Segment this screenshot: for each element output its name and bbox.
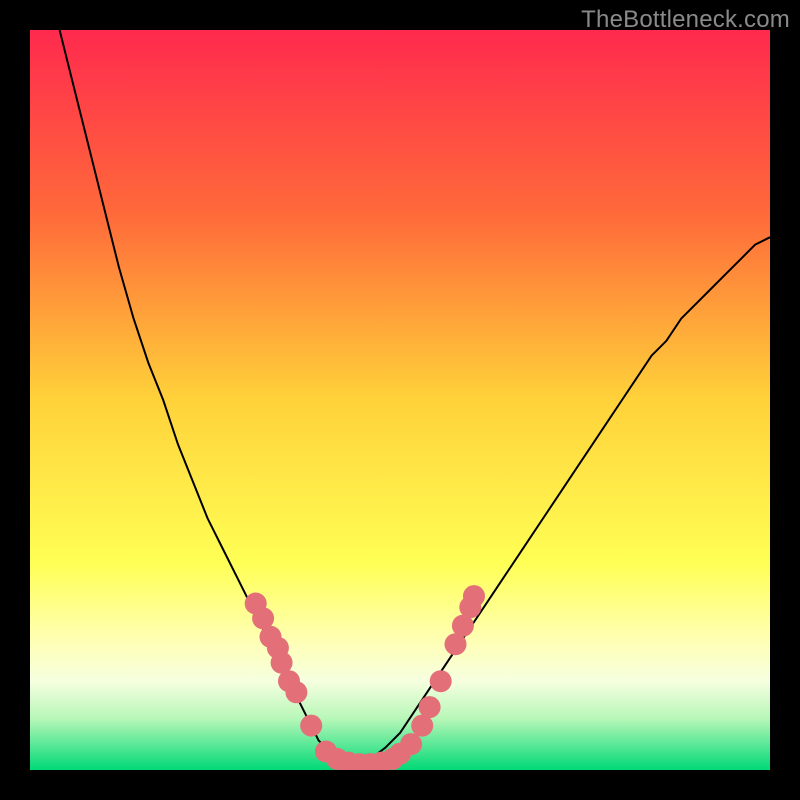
data-marker bbox=[430, 670, 452, 692]
data-marker bbox=[419, 696, 441, 718]
gradient-background bbox=[30, 30, 770, 770]
data-marker bbox=[300, 715, 322, 737]
chart-stage: TheBottleneck.com bbox=[0, 0, 800, 800]
data-marker bbox=[285, 681, 307, 703]
data-marker bbox=[400, 733, 422, 755]
chart-svg bbox=[30, 30, 770, 770]
plot-area bbox=[30, 30, 770, 770]
data-marker bbox=[463, 585, 485, 607]
